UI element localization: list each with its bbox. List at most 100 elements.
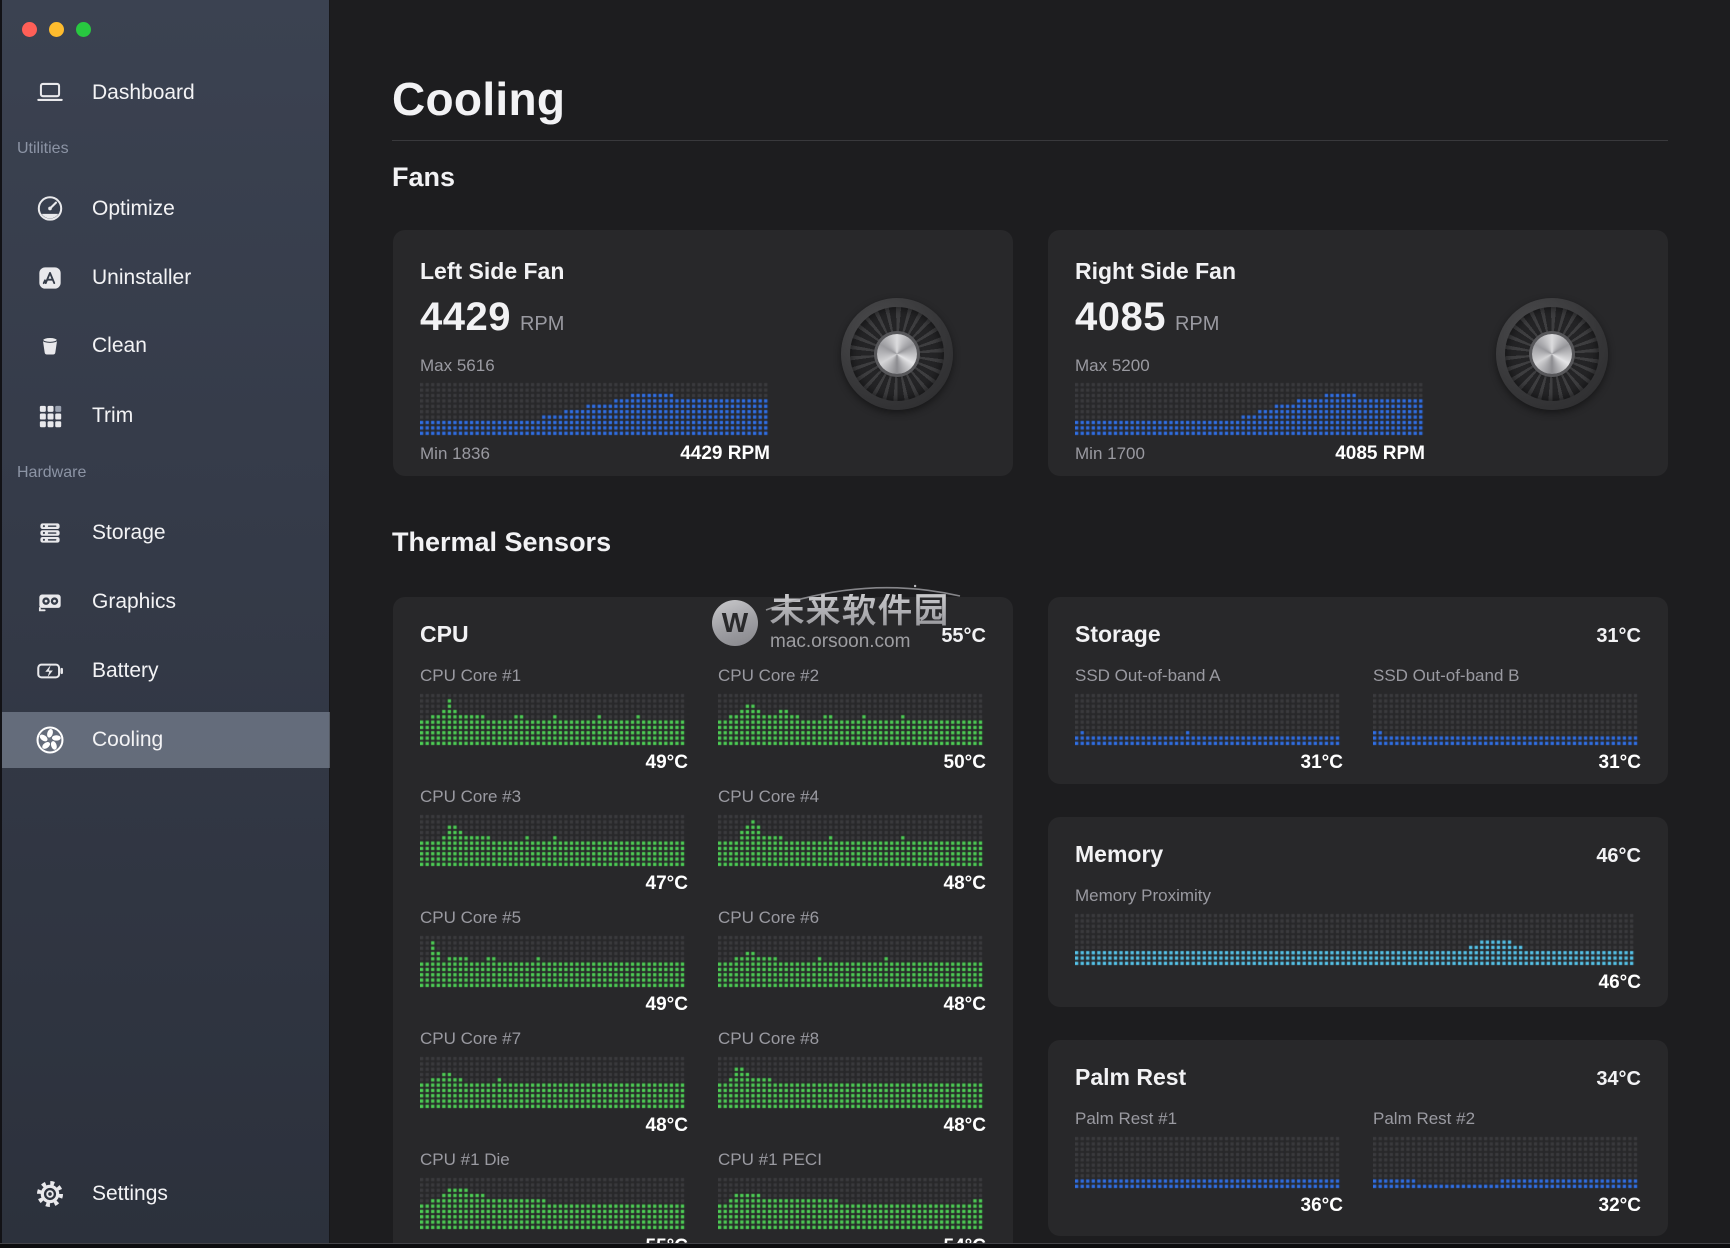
sidebar-item-cooling[interactable]: Cooling [0, 712, 330, 768]
right-fan-card: Right Side Fan 4085 RPM Max 5200 Min 170… [1048, 230, 1668, 476]
sidebar-item-label: Storage [92, 521, 166, 545]
sensor-tile: Palm Rest #1 36°C [1075, 1109, 1343, 1217]
thermal-sensors-heading: Thermal Sensors [392, 527, 611, 558]
sidebar-item-settings[interactable]: Settings [0, 1166, 330, 1222]
card-temp: 34°C [1596, 1068, 1641, 1091]
sidebar-item-optimize[interactable]: Optimize [0, 181, 330, 237]
sidebar-item-clean[interactable]: Clean [0, 318, 330, 374]
sensor-tile: CPU Core #3 47°C [420, 787, 688, 895]
sensor-tile: SSD Out-of-band A 31°C [1075, 666, 1343, 774]
sidebar-item-label: Settings [92, 1182, 168, 1206]
sensor-label: CPU Core #7 [420, 1029, 688, 1049]
sidebar-item-trim[interactable]: Trim [0, 388, 330, 444]
card-title: Memory [1075, 841, 1163, 868]
sensor-label: SSD Out-of-band A [1075, 666, 1343, 686]
sidebar-section-utilities: Utilities [17, 140, 69, 158]
fan-current-label: 4085 RPM [1335, 443, 1425, 465]
fan-current-label: 4429 RPM [680, 443, 770, 465]
card-title: Palm Rest [1075, 1064, 1186, 1091]
sensor-label: Palm Rest #2 [1373, 1109, 1641, 1129]
sensor-tile: CPU Core #2 50°C [718, 666, 986, 774]
sensor-tile: CPU Core #4 48°C [718, 787, 986, 895]
sidebar-item-graphics[interactable]: Graphics [0, 574, 330, 630]
sensor-history-chart [420, 935, 688, 988]
gpu-icon [30, 584, 70, 620]
sidebar-item-uninstaller[interactable]: Uninstaller [0, 250, 330, 306]
sensor-temp: 49°C [420, 752, 688, 774]
fan-wheel-image [1496, 298, 1608, 410]
close-window-button[interactable] [22, 22, 37, 37]
card-temp: 55°C [941, 625, 986, 648]
sensor-temp: 46°C [1075, 972, 1641, 994]
sensor-history-chart [1075, 1136, 1343, 1189]
fan-rpm-unit: RPM [1175, 313, 1219, 336]
card-title: CPU [420, 621, 469, 648]
fan-wheel-image [841, 298, 953, 410]
fan-name: Right Side Fan [1075, 258, 1641, 285]
sensor-history-chart [718, 1056, 986, 1109]
server-stack-icon [30, 515, 70, 551]
gear-icon [30, 1176, 70, 1212]
sensor-label: CPU Core #6 [718, 908, 986, 928]
sensor-temp: 50°C [718, 752, 986, 774]
fan-min-label: Min 1836 [420, 444, 490, 464]
sensor-history-chart [718, 1177, 986, 1230]
fan-history-chart [1075, 382, 1425, 436]
sensor-tile: CPU Core #5 49°C [420, 908, 688, 1016]
sidebar-item-dashboard[interactable]: Dashboard [0, 65, 330, 121]
sidebar-item-label: Graphics [92, 590, 176, 614]
sensor-tile: Palm Rest #2 32°C [1373, 1109, 1641, 1217]
fan-rpm-value: 4429 [420, 295, 511, 340]
sensor-history-chart [718, 693, 986, 746]
fan-icon [30, 722, 70, 758]
gauge-icon [30, 191, 70, 227]
sidebar-item-battery[interactable]: Battery [0, 643, 330, 699]
fans-heading: Fans [392, 162, 455, 193]
sensor-history-chart [420, 1056, 688, 1109]
sensor-label: Memory Proximity [1075, 886, 1641, 906]
storage-sensors-card: Storage 31°C SSD Out-of-band A 31°C SSD … [1048, 597, 1668, 784]
fan-min-label: Min 1700 [1075, 444, 1145, 464]
fan-name: Left Side Fan [420, 258, 986, 285]
fan-rpm-value: 4085 [1075, 295, 1166, 340]
sensor-history-chart [1075, 693, 1343, 746]
sidebar-item-label: Cooling [92, 728, 163, 752]
fan-history-chart [420, 382, 770, 436]
sensor-label: CPU Core #8 [718, 1029, 986, 1049]
sensor-history-chart [1373, 693, 1641, 746]
sidebar-item-label: Trim [92, 404, 133, 428]
sensor-label: CPU Core #4 [718, 787, 986, 807]
sensor-label: CPU Core #2 [718, 666, 986, 686]
page-title: Cooling [392, 72, 565, 126]
sidebar-item-label: Battery [92, 659, 159, 683]
sensor-temp: 47°C [420, 873, 688, 895]
sidebar-item-label: Uninstaller [92, 266, 191, 290]
sensor-tile: CPU Core #6 48°C [718, 908, 986, 1016]
sensor-history-chart [718, 935, 986, 988]
sensor-temp: 31°C [1373, 752, 1641, 774]
laptop-icon [30, 75, 70, 111]
sensor-tile: CPU Core #8 48°C [718, 1029, 986, 1137]
memory-sensors-card: Memory 46°C Memory Proximity 46°C [1048, 817, 1668, 1007]
sidebar-item-label: Optimize [92, 197, 175, 221]
sensor-temp: 31°C [1075, 752, 1343, 774]
cpu-sensors-card: CPU 55°C CPU Core #1 49°C CPU Core #2 50… [393, 597, 1013, 1248]
sidebar-item-label: Clean [92, 334, 147, 358]
sensor-tile: Memory Proximity 46°C [1075, 886, 1641, 994]
sensor-tile: CPU Core #1 49°C [420, 666, 688, 774]
minimize-window-button[interactable] [49, 22, 64, 37]
zoom-window-button[interactable] [76, 22, 91, 37]
fan-rpm-unit: RPM [520, 313, 564, 336]
left-fan-card: Left Side Fan 4429 RPM Max 5616 Min 1836… [393, 230, 1013, 476]
sensor-temp: 48°C [420, 1115, 688, 1137]
sensor-label: Palm Rest #1 [1075, 1109, 1343, 1129]
sidebar-item-storage[interactable]: Storage [0, 505, 330, 561]
sensor-temp: 48°C [718, 994, 986, 1016]
sidebar-item-label: Dashboard [92, 81, 195, 105]
sidebar: Dashboard Utilities Optimize Uninstaller… [0, 0, 330, 1248]
sensor-history-chart [420, 693, 688, 746]
sidebar-section-hardware: Hardware [17, 464, 86, 482]
sensor-label: CPU #1 PECI [718, 1150, 986, 1170]
sensor-label: CPU Core #1 [420, 666, 688, 686]
sensor-tile: SSD Out-of-band B 31°C [1373, 666, 1641, 774]
